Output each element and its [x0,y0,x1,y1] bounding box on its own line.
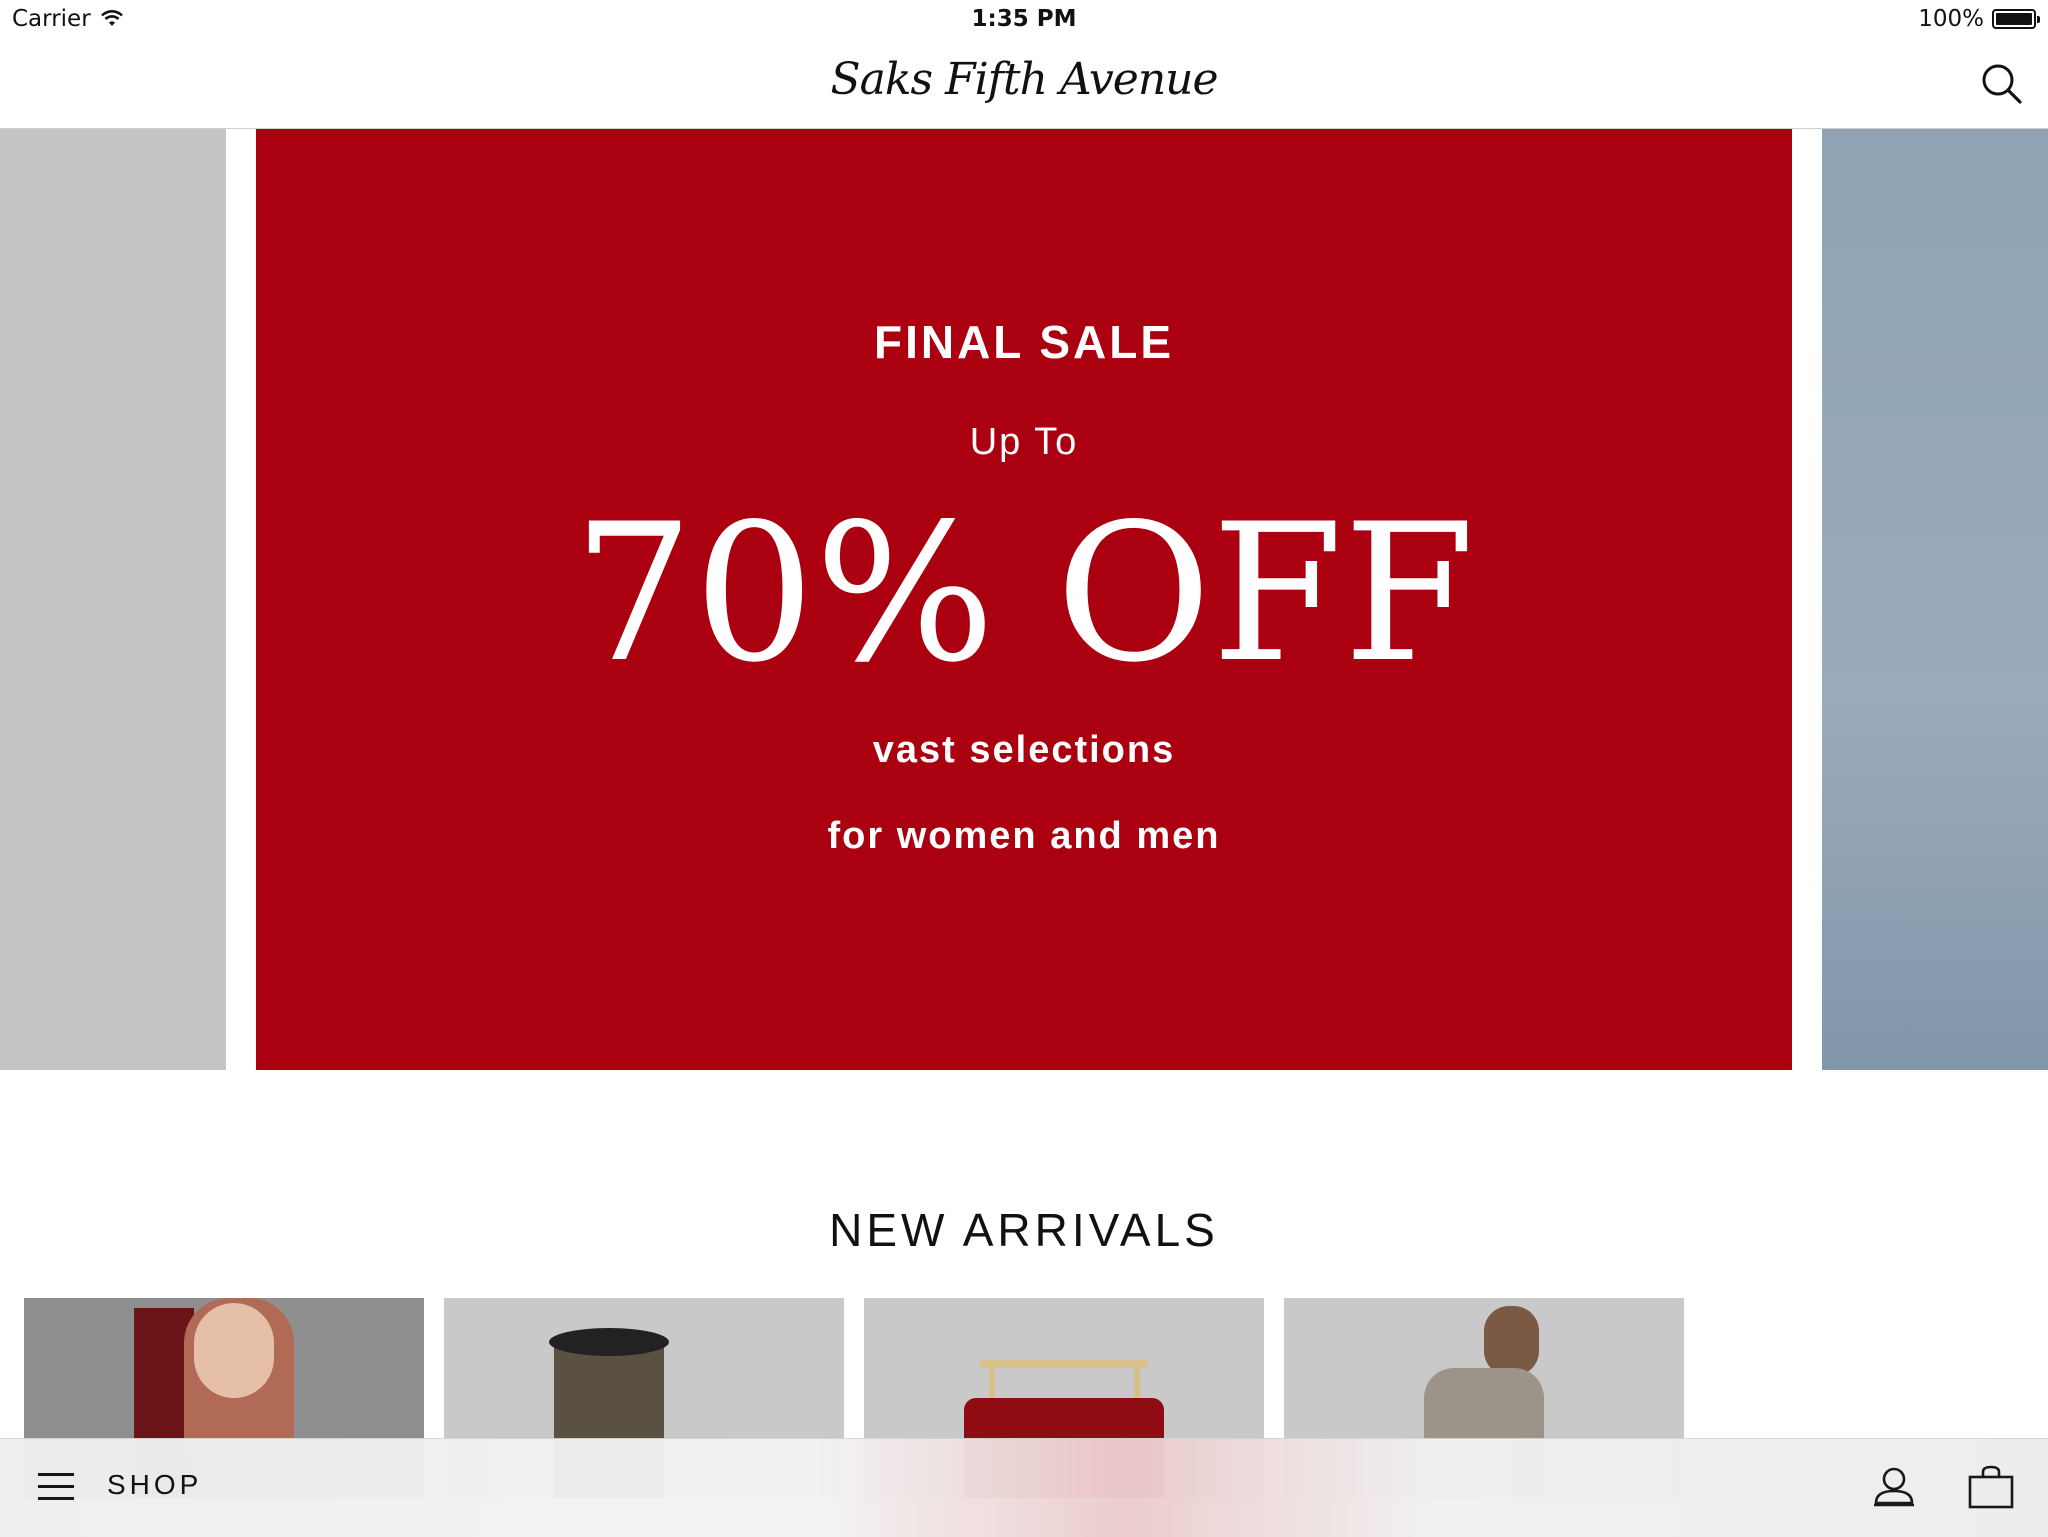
product-image-model-face [194,1303,274,1398]
top-navigation-bar: Saks Fifth Avenue [0,40,2048,129]
account-icon[interactable] [1870,1463,1918,1511]
battery-fill [1996,13,2032,25]
hamburger-line [38,1497,74,1500]
battery-percent: 100% [1918,6,1984,32]
new-arrivals-title: NEW ARRIVALS [829,1204,1219,1256]
previous-slide[interactable] [0,129,226,1070]
hamburger-line [38,1485,74,1488]
product-image-bag-handle [979,1360,1149,1368]
hamburger-line [38,1473,74,1476]
next-slide[interactable] [1822,129,2048,1070]
product-image-model-head [1484,1306,1539,1376]
shopping-bag-icon[interactable] [1966,1463,2016,1511]
search-icon[interactable] [1978,60,2026,108]
shop-menu-button[interactable]: SHOP [107,1469,202,1501]
hero-carousel[interactable]: FINAL SALE Up To 70% OFF vast selections… [0,129,2048,1070]
promo-line-2: for women and men [827,815,1221,857]
status-bar: Carrier 1:35 PM 100% [0,0,2048,40]
promo-subheading: Up To [969,421,1079,463]
promo-slide[interactable]: FINAL SALE Up To 70% OFF vast selections… [256,129,1792,1070]
battery-icon [1992,9,2040,29]
promo-line-1: vast selections [872,729,1176,771]
product-image-boot-opening [549,1328,669,1356]
hamburger-icon[interactable] [38,1473,74,1501]
saks-logo[interactable]: Saks Fifth Avenue [0,54,2048,105]
promo-headline: 70% OFF [572,483,1476,704]
bottom-tab-bar: SHOP [0,1438,2048,1537]
battery-indicator: 100% [1918,6,2040,32]
status-time: 1:35 PM [971,6,1077,32]
promo-eyebrow: FINAL SALE [873,316,1175,368]
